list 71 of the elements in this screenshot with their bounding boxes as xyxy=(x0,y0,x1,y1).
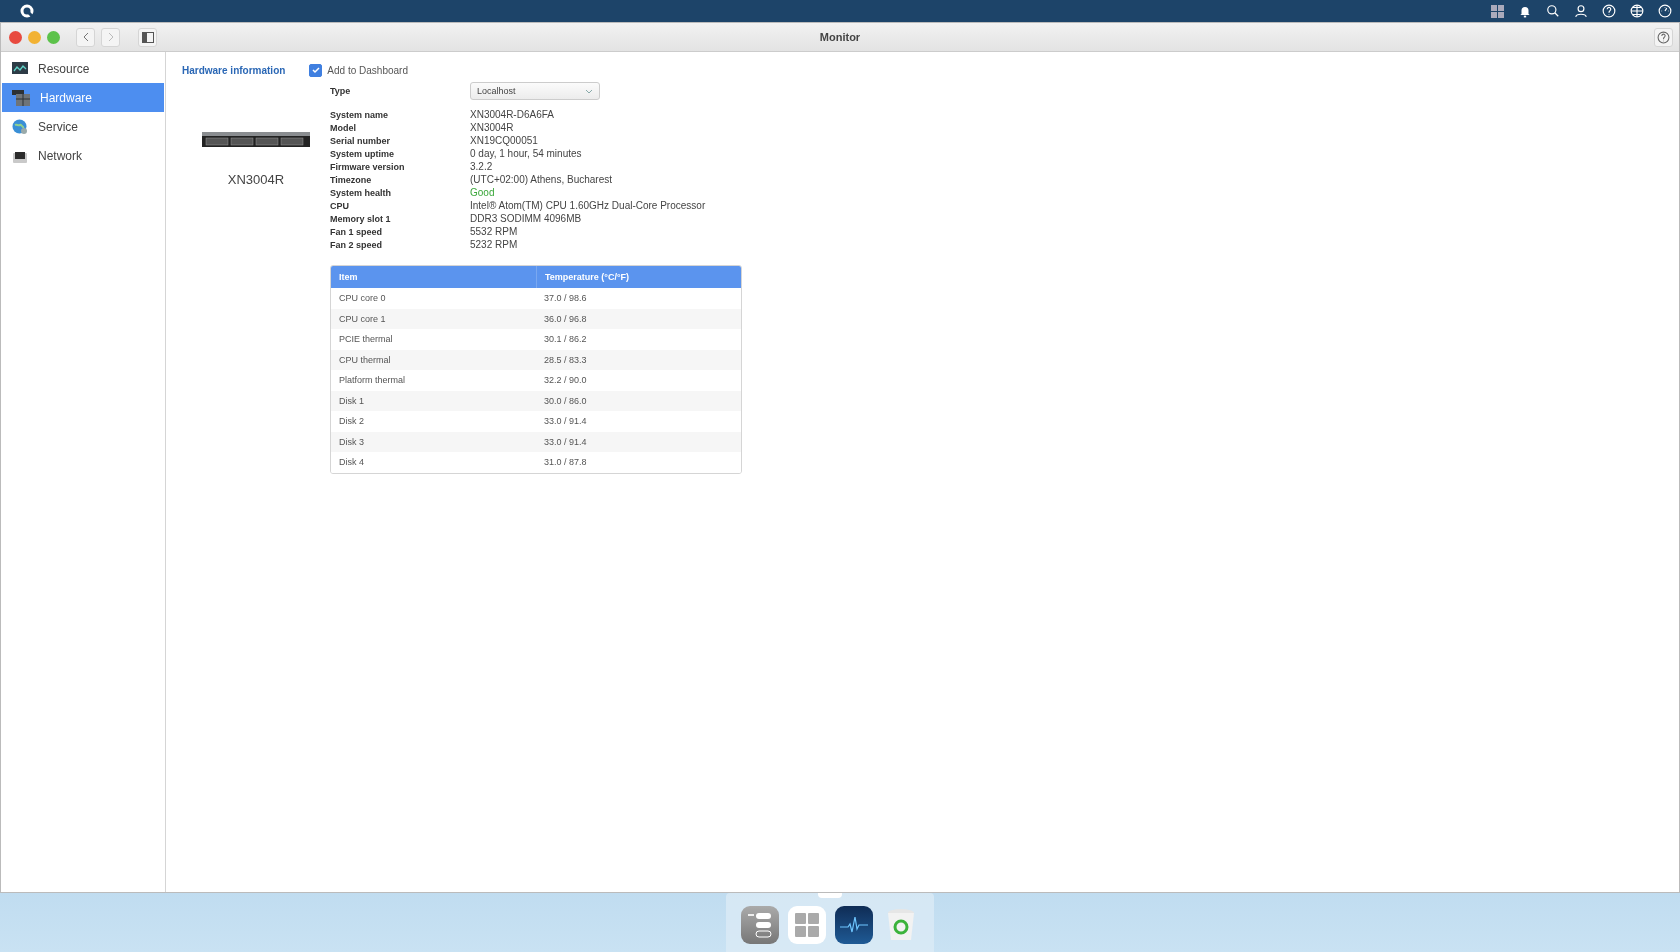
chevron-left-icon xyxy=(81,32,90,42)
field-label: Timezone xyxy=(330,174,373,185)
field-label: Fan 1 speed xyxy=(330,226,384,237)
field-label: Model xyxy=(330,122,357,133)
table-cell-text: 32.2 / 90.0 xyxy=(543,374,588,388)
table-cell-text: 28.5 / 83.3 xyxy=(543,353,588,367)
field-value: XN19CQ00051 xyxy=(470,135,538,146)
field-label: Fan 2 speed xyxy=(330,239,384,250)
table-cell-text: Disk 4 xyxy=(338,456,365,470)
user-icon[interactable] xyxy=(1574,4,1588,18)
field-value: Good xyxy=(470,187,495,198)
field-value: XN3004R-D6A6FA xyxy=(470,109,554,120)
field-value: (UTC+02:00) Athens, Bucharest xyxy=(470,174,613,185)
field-label: CPU xyxy=(330,200,350,211)
table-cell-text: 36.0 / 96.8 xyxy=(543,312,588,326)
table-cell-text: 31.0 / 87.8 xyxy=(543,456,588,470)
table-cell-text: Disk 3 xyxy=(338,435,365,449)
checkmark-icon xyxy=(311,66,320,74)
field-label: System name xyxy=(330,109,390,120)
table-cell-text: Platform thermal xyxy=(338,374,407,388)
help-button[interactable] xyxy=(1654,27,1673,47)
sidebar-item[interactable]: Network xyxy=(2,141,164,170)
field-value: 5532 RPM xyxy=(470,226,518,237)
sidebar-item[interactable]: Resource xyxy=(2,54,164,83)
dock-handle[interactable] xyxy=(818,893,842,898)
caret-icon xyxy=(585,88,593,94)
globe-icon[interactable] xyxy=(1630,4,1644,18)
field-label: System uptime xyxy=(330,148,396,159)
table-cell-text: 37.0 / 98.6 xyxy=(543,292,588,306)
chevron-right-icon xyxy=(106,32,115,42)
field-label: Serial number xyxy=(330,135,392,146)
grid-icon[interactable] xyxy=(1491,4,1504,18)
type-dropdown[interactable]: Localhost xyxy=(470,82,600,100)
table-cell-text: CPU thermal xyxy=(338,353,392,367)
section-title: Hardware information xyxy=(182,64,286,76)
device-model: XN3004R xyxy=(227,172,285,187)
field-value: 3.2.2 xyxy=(470,161,493,172)
field-label: Type xyxy=(330,86,352,96)
table-cell-text: 33.0 / 91.4 xyxy=(543,415,588,429)
help-icon[interactable] xyxy=(1602,4,1616,18)
dashboard-checkbox[interactable]: Add to Dashboard xyxy=(309,63,408,77)
toggle-switches-icon[interactable] xyxy=(740,906,779,944)
chart-icon xyxy=(12,61,28,76)
gauge-icon[interactable] xyxy=(1658,4,1672,18)
search-icon[interactable] xyxy=(1546,4,1560,18)
field-value: Intel® Atom(TM) CPU 1.60GHz Dual-Core Processor xyxy=(470,200,706,211)
table-cell-text: CPU core 0 xyxy=(338,292,387,306)
table-cell-text: PCIE thermal xyxy=(338,333,394,347)
server-icon xyxy=(12,89,30,106)
field-label: System health xyxy=(330,187,393,198)
column-header: Item xyxy=(338,271,359,284)
window-title: Monitor xyxy=(819,31,861,43)
field-value: 0 day, 1 hour, 54 minutes xyxy=(470,148,582,159)
close-button[interactable] xyxy=(9,30,22,44)
bell-icon[interactable] xyxy=(1518,4,1532,18)
field-label: Firmware version xyxy=(330,161,406,172)
globe-icon xyxy=(12,118,28,135)
field-value: 5232 RPM xyxy=(470,239,518,250)
heartbeat-icon[interactable] xyxy=(834,906,873,944)
table-cell-text: Disk 1 xyxy=(338,394,365,408)
table-cell-text: 30.1 / 86.2 xyxy=(543,333,588,347)
table-cell-text: 30.0 / 86.0 xyxy=(543,394,588,408)
logo-icon[interactable] xyxy=(20,4,34,18)
sidebar-item[interactable]: Service xyxy=(2,112,164,141)
table-cell-text: Disk 2 xyxy=(338,415,365,429)
field-value: DDR3 SODIMM 4096MB xyxy=(470,213,582,224)
field-value: XN3004R xyxy=(470,122,514,133)
field-label: Memory slot 1 xyxy=(330,213,392,224)
table-cell-text: CPU core 1 xyxy=(338,312,387,326)
table-cell-text: 33.0 / 91.4 xyxy=(543,435,588,449)
sidebar-toggle-button[interactable] xyxy=(138,27,157,47)
